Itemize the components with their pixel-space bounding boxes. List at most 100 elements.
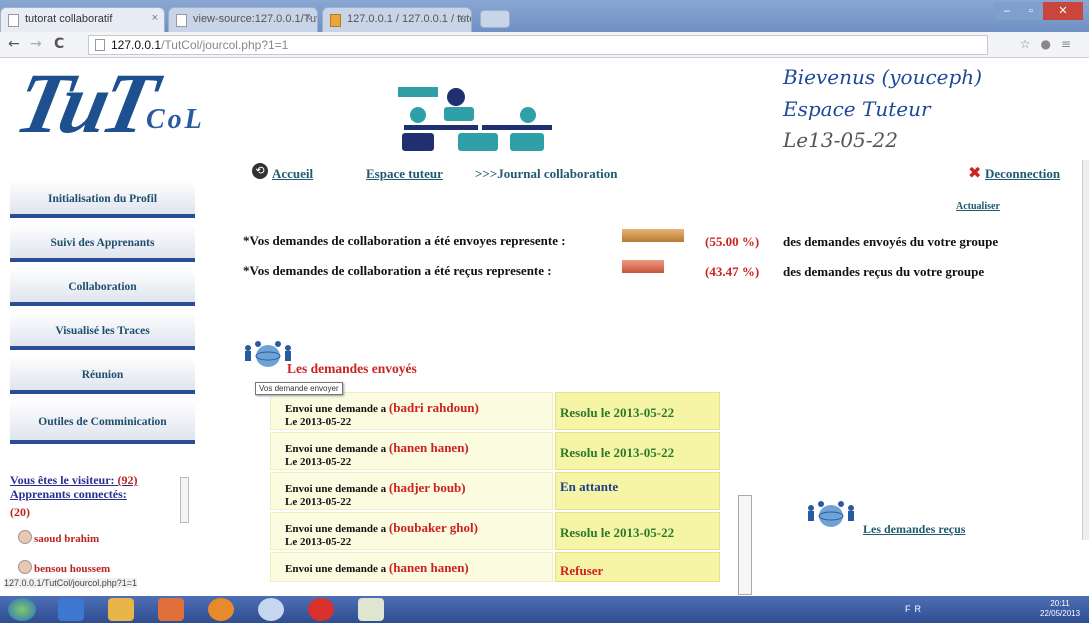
browser-tab[interactable]: 127.0.0.1 / 127.0.0.1 / tutco × xyxy=(322,7,472,32)
connected-user[interactable]: saoud brahim xyxy=(18,530,99,545)
request-date: Le 2013-05-22 xyxy=(285,496,352,508)
breadcrumb-current: >>>Journal collaboration xyxy=(475,166,618,181)
request-status: Resolu le 2013-05-22 xyxy=(555,512,720,550)
tab-label: 127.0.0.1 / 127.0.0.1 / tutco xyxy=(347,13,472,25)
request-date: Le 2013-05-22 xyxy=(285,536,352,548)
connected-user[interactable]: bensou houssem xyxy=(18,560,110,575)
sent-stat-bar xyxy=(622,229,684,242)
request-cell: Envoi une demande a (hanen hanen) xyxy=(270,552,553,582)
sidebar-item-learners[interactable]: Suivi des Apprenants xyxy=(10,224,195,262)
visitor-label: Vous êtes le visiteur: xyxy=(10,473,115,487)
table-row: Envoi une demande a (badri rahdoun) Le 2… xyxy=(270,392,720,430)
sent-requests-title: Les demandes envoyés xyxy=(287,361,417,376)
home-link[interactable]: Accueil xyxy=(272,166,313,182)
refresh-link[interactable]: Actualiser xyxy=(956,201,1000,212)
media-player-icon[interactable] xyxy=(158,598,184,621)
sidebar-scrollbar[interactable] xyxy=(180,477,189,523)
table-scrollbar[interactable] xyxy=(738,495,752,595)
browser-extension-icons[interactable]: ☆●≡ xyxy=(1020,37,1081,51)
tab-close-icon[interactable]: × xyxy=(152,12,158,24)
received-stat-text: *Vos demandes de collaboration a été reç… xyxy=(243,263,552,278)
back-arrow-icon[interactable]: ← xyxy=(8,36,20,52)
folder-icon[interactable] xyxy=(108,598,134,621)
home-icon[interactable]: ⟲ xyxy=(252,163,268,179)
table-row: Envoi une demande a (hanen hanen) Refuse… xyxy=(270,552,720,582)
address-toolbar: ← → C 127.0.0.1/TutCol/jourcol.php?1=1 ☆… xyxy=(0,32,1089,58)
tab-close-icon[interactable]: × xyxy=(459,12,465,24)
avatar xyxy=(18,560,32,574)
sidebar-item-collaboration[interactable]: Collaboration xyxy=(10,268,195,306)
request-cell: Envoi une demande a (hadjer boub) Le 201… xyxy=(270,472,553,510)
connected-count: (20) xyxy=(10,505,30,519)
request-prefix: Envoi une demande a xyxy=(285,563,387,575)
logo-text: TuT xyxy=(7,55,160,151)
logo-sub-text: CoL xyxy=(146,104,205,135)
page-icon xyxy=(95,39,105,51)
status-bar-url: 127.0.0.1/TutCol/jourcol.php?1=1 xyxy=(4,578,138,588)
reload-icon[interactable]: C xyxy=(54,36,64,52)
tab-label: view-source:127.0.0.1/Tut xyxy=(193,13,318,25)
tab-close-icon[interactable]: × xyxy=(305,12,311,24)
browser-tab-active[interactable]: tutorat collaboratif × xyxy=(0,7,165,32)
request-date: Le 2013-05-22 xyxy=(285,456,352,468)
new-tab-button[interactable] xyxy=(480,10,510,28)
sent-stat-tail: des demandes envoyés du votre groupe xyxy=(783,234,999,249)
user-name: saoud brahim xyxy=(34,533,100,545)
visitor-counter: Vous êtes le visiteur: (92) xyxy=(10,473,138,488)
user-name: bensou houssem xyxy=(34,563,111,575)
globe-people-icon[interactable] xyxy=(803,500,859,528)
received-stat-percent: (43.47 %) xyxy=(705,264,760,279)
request-prefix: Envoi une demande a xyxy=(285,443,387,455)
request-cell: Envoi une demande a (boubaker ghol) Le 2… xyxy=(270,512,553,550)
request-recipient: (boubaker ghol) xyxy=(388,520,478,535)
opera-icon[interactable] xyxy=(308,598,334,621)
sidebar-item-traces[interactable]: Visualisé les Traces xyxy=(10,312,195,350)
page-icon xyxy=(330,14,341,27)
sidebar-item-meeting[interactable]: Réunion xyxy=(10,356,195,394)
visitor-count: (92) xyxy=(117,473,138,487)
tooltip: Vos demande envoyer xyxy=(255,382,343,395)
taskbar: FR 20:11 22/05/2013 xyxy=(0,596,1089,623)
tray-language[interactable]: FR xyxy=(905,604,925,614)
request-recipient: (hadjer boub) xyxy=(388,480,466,495)
forward-arrow-icon[interactable]: → xyxy=(30,36,42,52)
sidebar-item-communication[interactable]: Outiles de Comminication xyxy=(10,400,195,444)
page-scrollbar[interactable] xyxy=(1082,160,1089,540)
logout-icon[interactable]: ✖ xyxy=(968,163,981,182)
request-status: Refuser xyxy=(555,552,720,582)
ie-icon[interactable] xyxy=(58,598,84,621)
chrome-icon[interactable] xyxy=(258,598,284,621)
app-icon[interactable] xyxy=(358,598,384,621)
clock-date: 22/05/2013 xyxy=(1040,609,1081,618)
window-controls: – ▫ ✕ xyxy=(995,2,1083,20)
close-icon[interactable]: ✕ xyxy=(1043,2,1083,20)
taskbar-clock[interactable]: 20:11 22/05/2013 xyxy=(1040,599,1080,619)
request-prefix: Envoi une demande a xyxy=(285,523,387,535)
table-row: Envoi une demande a (boubaker ghol) Le 2… xyxy=(270,512,720,550)
sidebar-item-profile[interactable]: Initialisation du Profil xyxy=(10,180,195,218)
browser-tab[interactable]: view-source:127.0.0.1/Tut × xyxy=(168,7,318,32)
maximize-icon[interactable]: ▫ xyxy=(1019,2,1043,20)
url-host: 127.0.0.1 xyxy=(111,38,162,52)
received-stat-bar xyxy=(622,260,664,273)
logout-link[interactable]: Deconnection xyxy=(985,166,1060,182)
tutor-space-link[interactable]: Espace tuteur xyxy=(366,166,443,182)
site-logo: TuT CoL xyxy=(8,55,290,158)
clock-time: 20:11 xyxy=(1050,599,1070,608)
request-date: Le 2013-05-22 xyxy=(285,416,352,428)
connected-label[interactable]: Apprenants connectés: xyxy=(10,487,127,501)
firefox-icon[interactable] xyxy=(208,598,234,621)
request-cell: Envoi une demande a (badri rahdoun) Le 2… xyxy=(270,392,553,430)
request-recipient: (hanen hanen) xyxy=(388,560,469,575)
minimize-icon[interactable]: – xyxy=(995,2,1019,20)
url-input[interactable]: 127.0.0.1/TutCol/jourcol.php?1=1 xyxy=(88,35,988,55)
request-prefix: Envoi une demande a xyxy=(285,483,387,495)
request-prefix: Envoi une demande a xyxy=(285,403,387,415)
greeting-text: Bievenus (youceph) xyxy=(783,65,982,89)
avatar xyxy=(18,530,32,544)
start-button[interactable] xyxy=(8,598,36,621)
tab-label: tutorat collaboratif xyxy=(25,13,113,25)
received-requests-link[interactable]: Les demandes reçus xyxy=(863,522,965,537)
request-cell: Envoi une demande a (hanen hanen) Le 201… xyxy=(270,432,553,470)
browser-tab-bar: tutorat collaboratif × view-source:127.0… xyxy=(0,0,1089,32)
